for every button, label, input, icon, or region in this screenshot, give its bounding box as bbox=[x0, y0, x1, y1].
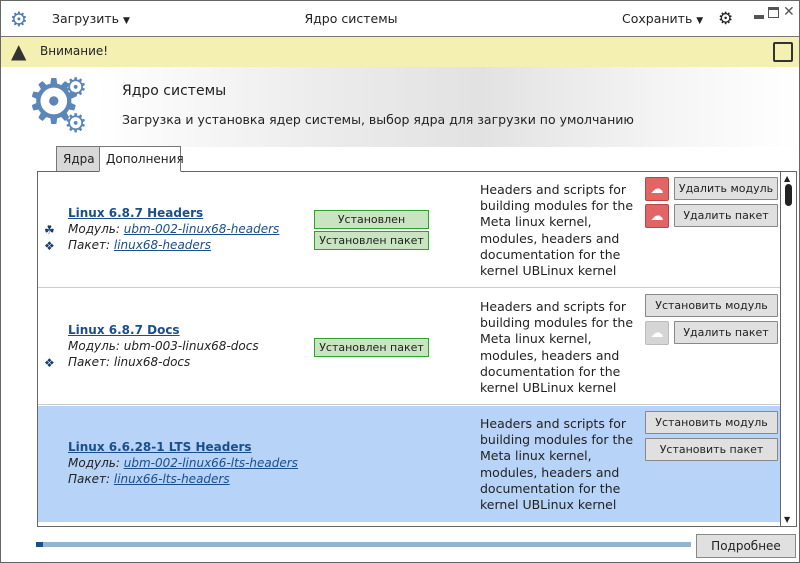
package-link[interactable]: linux68-headers bbox=[114, 238, 211, 252]
item-description: Headers and scripts for building modules… bbox=[480, 299, 634, 396]
gear-small-icon: ⚙ bbox=[64, 109, 88, 139]
header-subtitle: Загрузка и установка ядер системы, выбор… bbox=[122, 112, 634, 127]
package-label: Пакет: bbox=[68, 238, 111, 252]
minimize-icon[interactable] bbox=[754, 15, 764, 19]
titlebar: ⚙ Загрузить ▼ Ядро системы Сохранить ▼ ⚙… bbox=[1, 1, 799, 37]
item-description: Headers and scripts for building modules… bbox=[480, 416, 634, 513]
header-title: Ядро системы bbox=[122, 83, 227, 99]
warning-icon: ▲ bbox=[11, 39, 27, 63]
install-module-button[interactable]: Установить модуль bbox=[645, 294, 778, 317]
cloud-remove-icon[interactable]: ☁ bbox=[645, 204, 669, 228]
addons-list: Linux 6.8.7 Headers ☘ Модуль: ubm-002-li… bbox=[37, 171, 797, 527]
scroll-down-icon[interactable]: ▼ bbox=[784, 515, 790, 524]
scroll-thumb[interactable] bbox=[785, 184, 792, 206]
scroll-up-icon[interactable]: ▲ bbox=[784, 174, 790, 183]
gear-small-icon: ⚙ bbox=[64, 73, 88, 103]
details-button[interactable]: Подробнее bbox=[696, 534, 796, 558]
install-package-button[interactable]: Установить пакет bbox=[645, 438, 778, 461]
window: ⚙ Загрузить ▼ Ядро системы Сохранить ▼ ⚙… bbox=[0, 0, 800, 563]
save-menu-button[interactable]: Сохранить ▼ bbox=[622, 11, 703, 26]
close-icon[interactable]: ✕ bbox=[783, 4, 795, 20]
remove-package-button[interactable]: Удалить пакет bbox=[674, 204, 778, 227]
status-badge: Установлен модуль bbox=[314, 210, 429, 243]
item-title[interactable]: Linux 6.8.7 Docs bbox=[68, 323, 180, 337]
module-label: Модуль: bbox=[68, 222, 120, 236]
warning-bar: ▲ Внимание! bbox=[1, 37, 799, 67]
module-link[interactable]: ubm-002-linux66-lts-headers bbox=[124, 456, 298, 470]
save-label: Сохранить bbox=[622, 11, 693, 26]
chevron-down-icon: ▼ bbox=[696, 16, 704, 26]
remove-package-button[interactable]: Удалить пакет bbox=[674, 321, 778, 344]
window-title: Ядро системы bbox=[304, 11, 398, 26]
item-title[interactable]: Linux 6.6.28-1 LTS Headers bbox=[68, 440, 252, 454]
package-link[interactable]: linux66-lts-headers bbox=[114, 472, 230, 486]
warning-text: Внимание! bbox=[40, 44, 109, 58]
package-icon: ❖ bbox=[44, 239, 55, 253]
tab-addons[interactable]: Дополнения bbox=[99, 146, 184, 172]
scrollbar[interactable]: ▲ ▼ bbox=[780, 172, 796, 526]
module-label: Модуль: bbox=[68, 339, 120, 353]
tab-kernels[interactable]: Ядра bbox=[56, 146, 100, 172]
module-link[interactable]: ubm-002-linux68-headers bbox=[124, 222, 280, 236]
package-label: Пакет: bbox=[68, 355, 111, 369]
module-icon: ☘ bbox=[44, 223, 55, 237]
progress-fill bbox=[36, 542, 43, 547]
cloud-remove-icon[interactable]: ☁ bbox=[645, 177, 669, 201]
item-title[interactable]: Linux 6.8.7 Headers bbox=[68, 206, 203, 220]
list-item[interactable]: Linux 6.8.7 Headers ☘ Модуль: ubm-002-li… bbox=[38, 172, 780, 288]
maximize-icon[interactable] bbox=[768, 7, 779, 18]
save-lock-icon[interactable] bbox=[773, 42, 793, 62]
install-module-button[interactable]: Установить модуль bbox=[645, 411, 778, 434]
gear-icon[interactable]: ⚙ bbox=[718, 9, 733, 29]
package-label: Пакет: bbox=[68, 472, 111, 486]
status-badge: Установлен пакет bbox=[314, 338, 429, 357]
list-item-selected[interactable]: Linux 6.6.28-1 LTS Headers Модуль: ubm-0… bbox=[38, 406, 780, 522]
module-label: Модуль: bbox=[68, 456, 120, 470]
module-name: ubm-003-linux68-docs bbox=[123, 339, 259, 353]
status-badge: Установлен пакет bbox=[314, 231, 429, 250]
remove-module-button[interactable]: Удалить модуль bbox=[674, 177, 778, 200]
item-description: Headers and scripts for building modules… bbox=[480, 182, 634, 279]
package-icon: ❖ bbox=[44, 356, 55, 370]
progress-bar bbox=[36, 542, 691, 547]
cloud-remove-icon: ☁ bbox=[645, 321, 669, 345]
package-name: linux68-docs bbox=[113, 355, 191, 369]
list-item[interactable]: Linux 6.8.7 Docs Модуль: ubm-003-linux68… bbox=[38, 289, 780, 405]
page-header: ⚙ ⚙ ⚙ Ядро системы Загрузка и установка … bbox=[1, 67, 799, 147]
